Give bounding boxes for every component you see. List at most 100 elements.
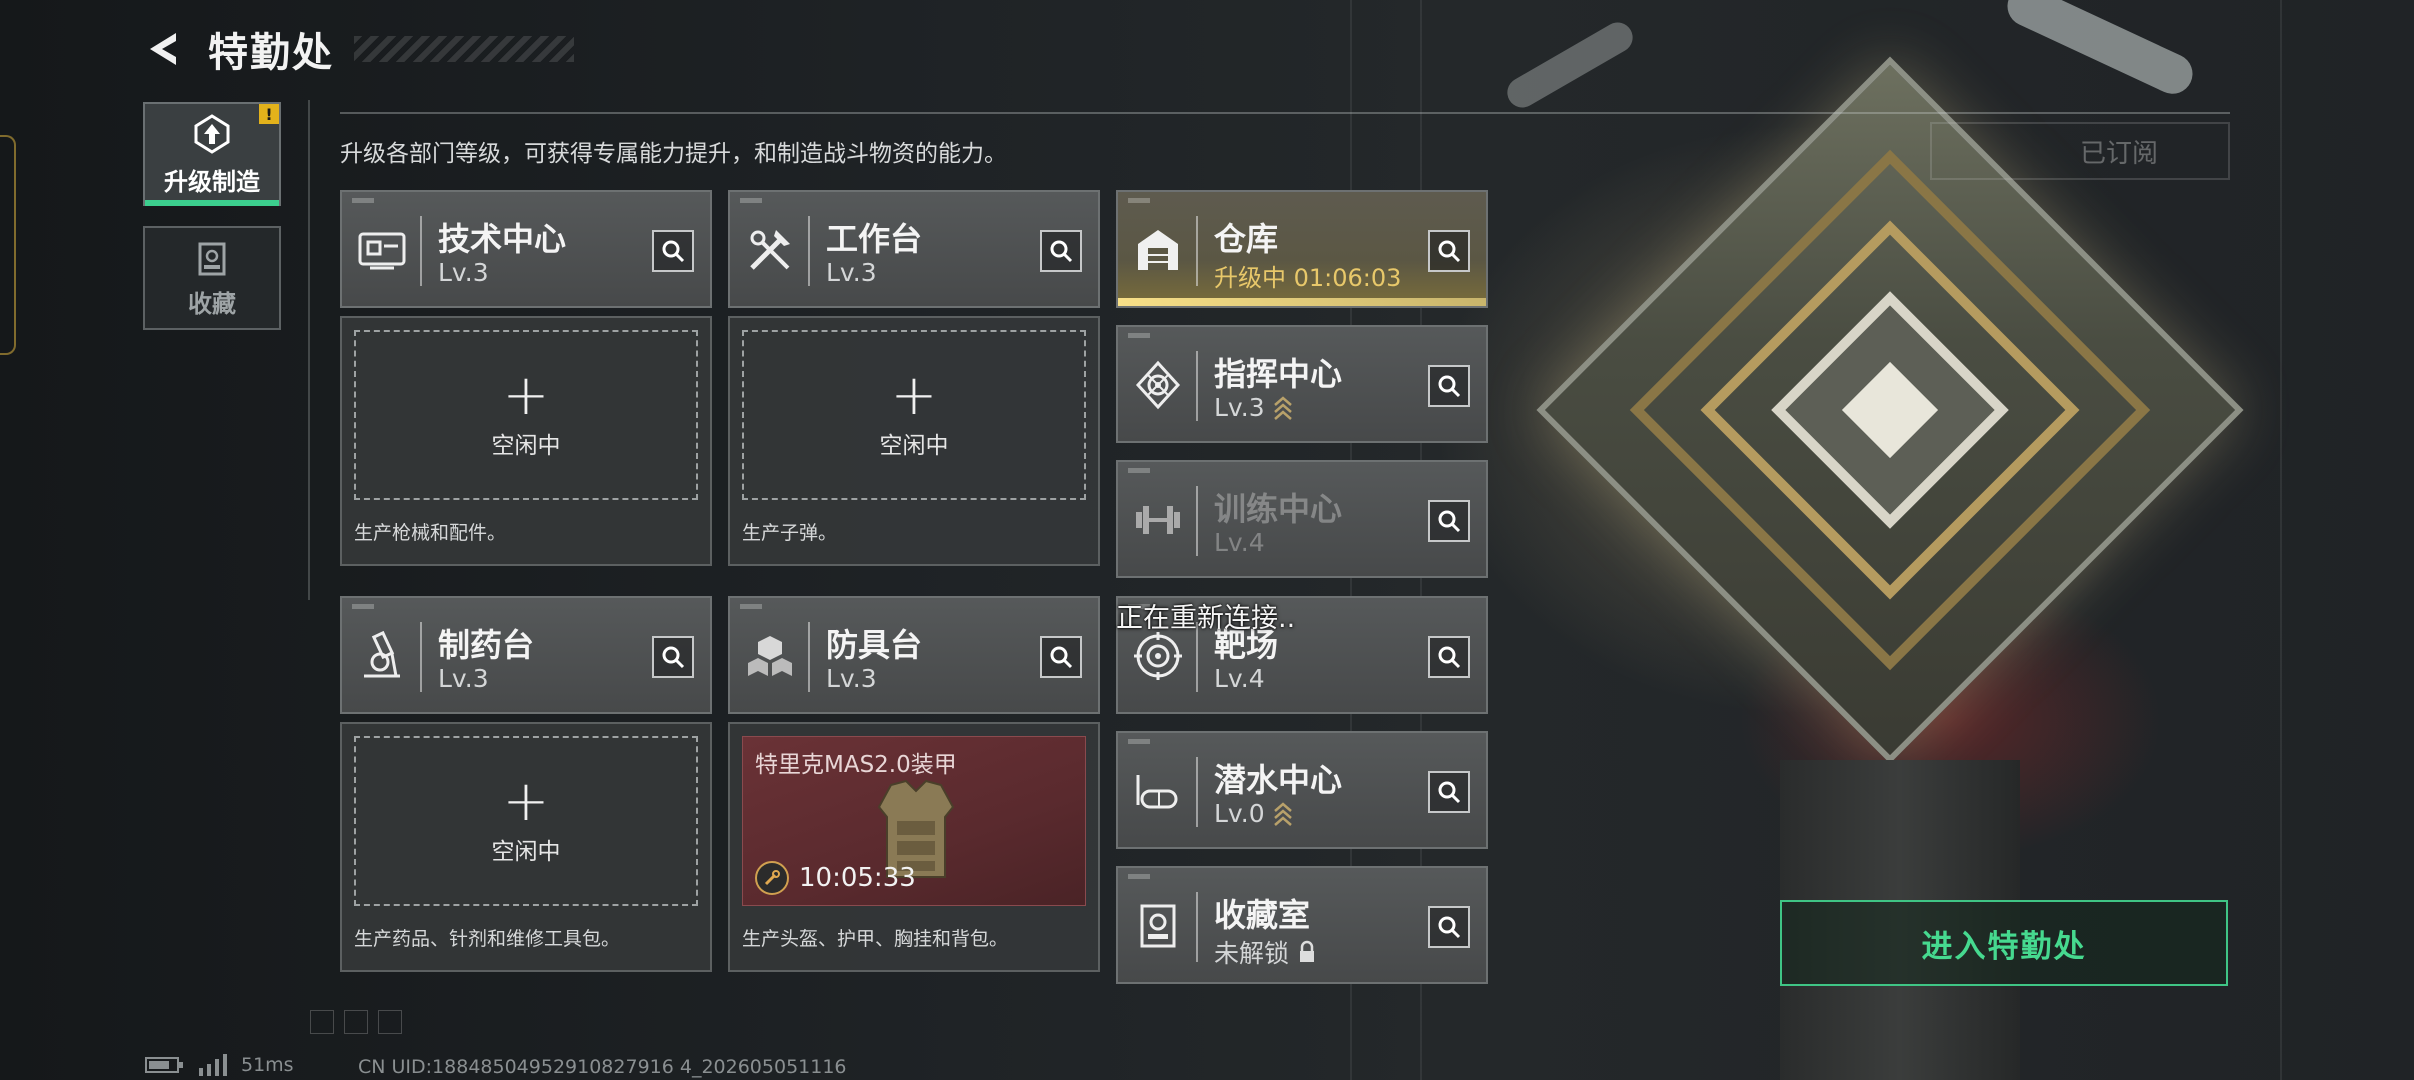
search-button[interactable]	[652, 636, 694, 678]
production-slot: + 空闲中 生产枪械和配件。	[340, 316, 712, 566]
station-level: Lv.4	[1214, 528, 1265, 557]
tab-upgrade-build[interactable]: ! 升级制造	[143, 102, 281, 206]
title-stripe-decoration	[354, 36, 574, 62]
upgrade-status: 升级中 01:06:03	[1214, 258, 1401, 293]
station-level-text: Lv.4	[1214, 664, 1265, 693]
station-card-tech-center[interactable]: 技术中心 Lv.3	[340, 190, 712, 308]
station-name: 收藏室	[1214, 896, 1311, 934]
active-production-item[interactable]: 特里克MAS2.0装甲 10:05:33	[742, 736, 1086, 906]
station-name: 工作台	[826, 220, 923, 258]
station-card-warehouse[interactable]: 仓库 升级中 01:06:03	[1116, 190, 1488, 308]
station-name: 训练中心	[1214, 490, 1343, 528]
page-description: 升级各部门等级，可获得专属能力提升，和制造战斗物资的能力。	[340, 141, 1007, 167]
tab-upgrade-label: 升级制造	[164, 167, 260, 196]
plus-icon: +	[502, 769, 550, 834]
idle-slot-box[interactable]: + 空闲中	[354, 736, 698, 906]
station-level: Lv.0	[1214, 799, 1293, 828]
alert-badge: !	[259, 104, 279, 124]
armor-blocks-icon	[742, 628, 798, 684]
slot-status: 空闲中	[491, 839, 561, 865]
microscope-icon	[354, 628, 410, 684]
search-icon	[1438, 646, 1461, 669]
slot-description: 生产头盔、护甲、胸挂和背包。	[742, 928, 1009, 950]
slot-description: 生产枪械和配件。	[354, 522, 507, 544]
subscribe-button[interactable]: 已订阅	[1930, 122, 2230, 180]
station-card-workbench[interactable]: 工作台 Lv.3	[728, 190, 1100, 308]
station-name: 制药台	[438, 626, 535, 664]
slot-status: 空闲中	[491, 433, 561, 459]
station-level: Lv.3	[826, 664, 877, 693]
station-level-text: Lv.3	[1214, 393, 1265, 422]
search-button[interactable]	[1428, 636, 1470, 678]
search-button[interactable]	[1428, 365, 1470, 407]
back-button[interactable]	[140, 25, 188, 73]
collection-room-icon	[1130, 898, 1186, 954]
bottom-decoration	[310, 1010, 402, 1034]
station-level-text: Lv.0	[1214, 799, 1265, 828]
command-center-icon	[1130, 357, 1186, 413]
station-name: 防具台	[826, 626, 923, 664]
top-divider	[340, 112, 2230, 114]
plus-icon: +	[890, 363, 938, 428]
status-bar: 51ms	[145, 1054, 294, 1076]
station-card-training-center[interactable]: 训练中心 Lv.4	[1116, 460, 1488, 578]
production-item-name: 特里克MAS2.0装甲	[755, 752, 957, 778]
station-card-diving-center[interactable]: 潜水中心 Lv.0	[1116, 731, 1488, 849]
station-level: 未解锁	[1214, 934, 1317, 970]
search-button[interactable]	[1428, 500, 1470, 542]
station-name: 潜水中心	[1214, 761, 1343, 799]
search-icon	[1050, 646, 1073, 669]
enter-button-label: 进入特勤处	[1921, 928, 2087, 965]
target-icon	[1130, 628, 1186, 684]
search-icon	[662, 240, 685, 263]
user-uid: CN UID:18848504952910827916 4_2026050511…	[358, 1056, 847, 1078]
search-icon	[662, 646, 685, 669]
station-level: Lv.3	[438, 258, 489, 287]
reconnecting-toast: 正在重新连接..	[1116, 603, 1296, 634]
station-card-armor[interactable]: 防具台 Lv.3	[728, 596, 1100, 714]
station-card-collection-room[interactable]: 收藏室 未解锁	[1116, 866, 1488, 984]
search-button[interactable]	[652, 230, 694, 272]
station-level-text: Lv.3	[826, 258, 877, 287]
station-name: 指挥中心	[1214, 355, 1343, 393]
enter-special-ops-button[interactable]: 进入特勤处	[1780, 900, 2228, 986]
slot-description: 生产子弹。	[742, 522, 838, 544]
tab-collection[interactable]: 收藏	[143, 226, 281, 330]
search-button[interactable]	[1428, 906, 1470, 948]
training-dumbbell-icon	[1130, 492, 1186, 548]
search-icon	[1438, 781, 1461, 804]
station-level: Lv.3	[826, 258, 877, 287]
diving-mask-icon	[1130, 763, 1186, 819]
station-level-text: 未解锁	[1214, 939, 1290, 968]
workbench-tools-icon	[742, 222, 798, 278]
idle-slot-box[interactable]: + 空闲中	[354, 330, 698, 500]
search-button[interactable]	[1428, 771, 1470, 813]
collection-icon	[198, 242, 226, 275]
station-card-command-center[interactable]: 指挥中心 Lv.3	[1116, 325, 1488, 443]
search-button[interactable]	[1040, 636, 1082, 678]
plus-icon: +	[502, 363, 550, 428]
upgrade-chevrons-icon	[1273, 801, 1292, 826]
search-icon	[1438, 375, 1461, 398]
wrench-icon	[755, 861, 789, 895]
station-level-text: Lv.3	[826, 664, 877, 693]
idle-slot-box[interactable]: + 空闲中	[742, 330, 1086, 500]
upgrade-chevrons-icon	[1273, 395, 1292, 420]
search-button[interactable]	[1040, 230, 1082, 272]
search-icon	[1438, 240, 1461, 263]
search-icon	[1438, 510, 1461, 533]
slot-status: 空闲中	[879, 433, 949, 459]
production-slot: + 空闲中 生产药品、针剂和维修工具包。	[340, 722, 712, 972]
scene-rail	[2280, 0, 2282, 1080]
tab-collection-label: 收藏	[188, 289, 236, 318]
station-level: Lv.4	[1214, 664, 1265, 693]
page-title: 特勤处	[208, 30, 334, 76]
station-level: Lv.3	[1214, 393, 1293, 422]
station-name: 仓库	[1214, 220, 1279, 258]
back-arrow-icon	[150, 33, 176, 65]
search-button[interactable]	[1428, 230, 1470, 272]
station-level: Lv.3	[438, 664, 489, 693]
station-card-pharmacy[interactable]: 制药台 Lv.3	[340, 596, 712, 714]
warehouse-icon	[1130, 222, 1186, 278]
search-icon	[1050, 240, 1073, 263]
